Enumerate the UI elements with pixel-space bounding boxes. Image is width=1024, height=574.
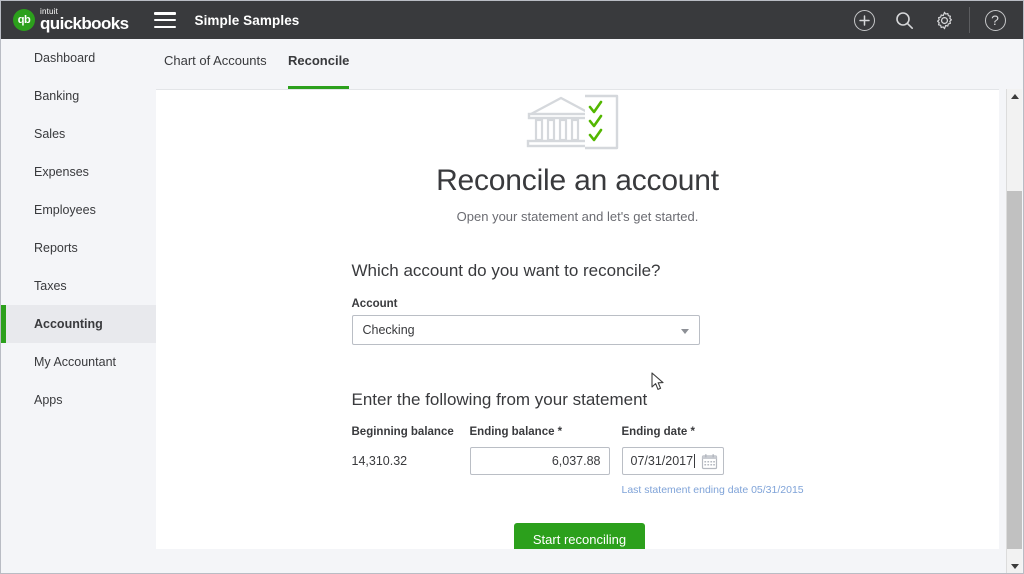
sidebar-item-employees[interactable]: Employees xyxy=(1,191,156,229)
reconcile-form-container: Reconcile an account Open your statement… xyxy=(156,90,999,549)
logo-wordmark: intuit quickbooks xyxy=(40,8,128,33)
sidebar-item-label: Banking xyxy=(34,89,79,103)
sidebar-item-label: Reports xyxy=(34,241,78,255)
hamburger-line xyxy=(154,26,176,29)
scroll-down-button[interactable] xyxy=(1007,559,1022,574)
text-caret xyxy=(694,454,695,468)
company-name-label: Simple Samples xyxy=(194,13,299,28)
tab-label: Reconcile xyxy=(288,53,349,68)
sidebar-item-taxes[interactable]: Taxes xyxy=(1,267,156,305)
calendar-icon[interactable] xyxy=(701,453,718,470)
beginning-balance-group: Beginning balance 14,310.32 xyxy=(352,426,470,468)
sidebar-item-label: Apps xyxy=(34,393,63,407)
chevron-down-icon xyxy=(681,329,689,334)
top-navigation-bar: qb intuit quickbooks Simple Samples xyxy=(1,1,1024,39)
logo-quickbooks-text: quickbooks xyxy=(40,15,128,33)
tab-reconcile[interactable]: Reconcile xyxy=(288,39,349,89)
beginning-balance-value: 14,310.32 xyxy=(352,447,470,468)
quickbooks-logo[interactable]: qb intuit quickbooks xyxy=(13,8,128,33)
sidebar-item-label: Accounting xyxy=(34,317,103,331)
scrollbar-thumb[interactable] xyxy=(1007,191,1022,549)
chevron-up-icon xyxy=(1011,94,1019,99)
beginning-balance-label: Beginning balance xyxy=(352,426,470,438)
bank-checklist-graphic xyxy=(523,92,623,154)
top-bar-actions: ? xyxy=(844,1,1015,39)
start-reconciling-button[interactable]: Start reconciling xyxy=(514,523,645,549)
ending-date-group: Ending date * 07/31/2017 xyxy=(622,426,752,475)
search-icon xyxy=(895,11,914,30)
sidebar-item-banking[interactable]: Banking xyxy=(1,77,156,115)
vertical-scrollbar[interactable] xyxy=(1006,89,1022,574)
sidebar-item-reports[interactable]: Reports xyxy=(1,229,156,267)
sidebar-item-label: Dashboard xyxy=(34,51,95,65)
statement-section-heading: Enter the following from your statement xyxy=(352,390,648,410)
account-select[interactable]: Checking xyxy=(352,315,700,345)
main-content-card: Reconcile an account Open your statement… xyxy=(156,89,999,549)
reconcile-form: Which account do you want to reconcile? … xyxy=(348,261,808,549)
search-button[interactable] xyxy=(889,5,919,35)
sidebar-item-label: Expenses xyxy=(34,165,89,179)
sidebar-item-my-accountant[interactable]: My Accountant xyxy=(1,343,156,381)
sidebar-item-apps[interactable]: Apps xyxy=(1,381,156,419)
account-question-heading: Which account do you want to reconcile? xyxy=(352,261,808,281)
gear-icon xyxy=(935,11,954,30)
sidebar-item-label: Taxes xyxy=(34,279,67,293)
quickbooks-window: qb intuit quickbooks Simple Samples xyxy=(0,0,1024,574)
last-statement-date-link[interactable]: Last statement ending date 05/31/2015 xyxy=(622,484,808,496)
tab-chart-of-accounts[interactable]: Chart of Accounts xyxy=(164,39,267,89)
hamburger-icon[interactable] xyxy=(154,12,176,28)
tab-label: Chart of Accounts xyxy=(164,53,267,68)
sidebar-item-sales[interactable]: Sales xyxy=(1,115,156,153)
statement-fields-row: Beginning balance 14,310.32 Ending balan… xyxy=(352,426,808,475)
calendar-glyph xyxy=(701,453,718,470)
toolbar-divider xyxy=(969,7,970,33)
add-icon xyxy=(854,10,875,31)
tab-bar: Chart of Accounts Reconcile xyxy=(156,39,1024,89)
hamburger-line xyxy=(154,19,176,22)
sidebar-item-label: My Accountant xyxy=(34,355,116,369)
sidebar-item-label: Sales xyxy=(34,127,65,141)
page-subtitle: Open your statement and let's get starte… xyxy=(156,209,999,224)
hamburger-line xyxy=(154,12,176,15)
chevron-down-icon xyxy=(1011,564,1019,569)
sidebar-item-label: Employees xyxy=(34,203,96,217)
add-button[interactable] xyxy=(849,5,879,35)
page-title: Reconcile an account xyxy=(156,164,999,198)
ending-date-value: 07/31/2017 xyxy=(631,454,694,468)
ending-balance-input[interactable] xyxy=(470,447,610,475)
help-button[interactable]: ? xyxy=(980,5,1010,35)
plus-glyph xyxy=(859,15,870,26)
sidebar-item-accounting[interactable]: Accounting xyxy=(1,305,156,343)
ending-balance-group: Ending balance * xyxy=(470,426,622,475)
help-icon: ? xyxy=(985,10,1006,31)
ending-date-input[interactable]: 07/31/2017 xyxy=(622,447,724,475)
qb-logo-mark-text: qb xyxy=(18,15,30,26)
account-select-value: Checking xyxy=(363,323,415,337)
help-glyph: ? xyxy=(991,13,999,27)
ending-date-label: Ending date * xyxy=(622,426,752,438)
settings-button[interactable] xyxy=(929,5,959,35)
scroll-up-button[interactable] xyxy=(1007,89,1022,104)
ending-balance-label: Ending balance * xyxy=(470,426,622,438)
start-button-row: Start reconciling xyxy=(352,523,808,549)
qb-logo-mark: qb xyxy=(13,9,35,31)
left-sidebar-navigation: Dashboard Banking Sales Expenses Employe… xyxy=(1,39,156,574)
account-field-label: Account xyxy=(352,298,808,310)
sidebar-item-dashboard[interactable]: Dashboard xyxy=(1,39,156,77)
sidebar-item-expenses[interactable]: Expenses xyxy=(1,153,156,191)
bank-checklist-icon xyxy=(523,92,623,154)
